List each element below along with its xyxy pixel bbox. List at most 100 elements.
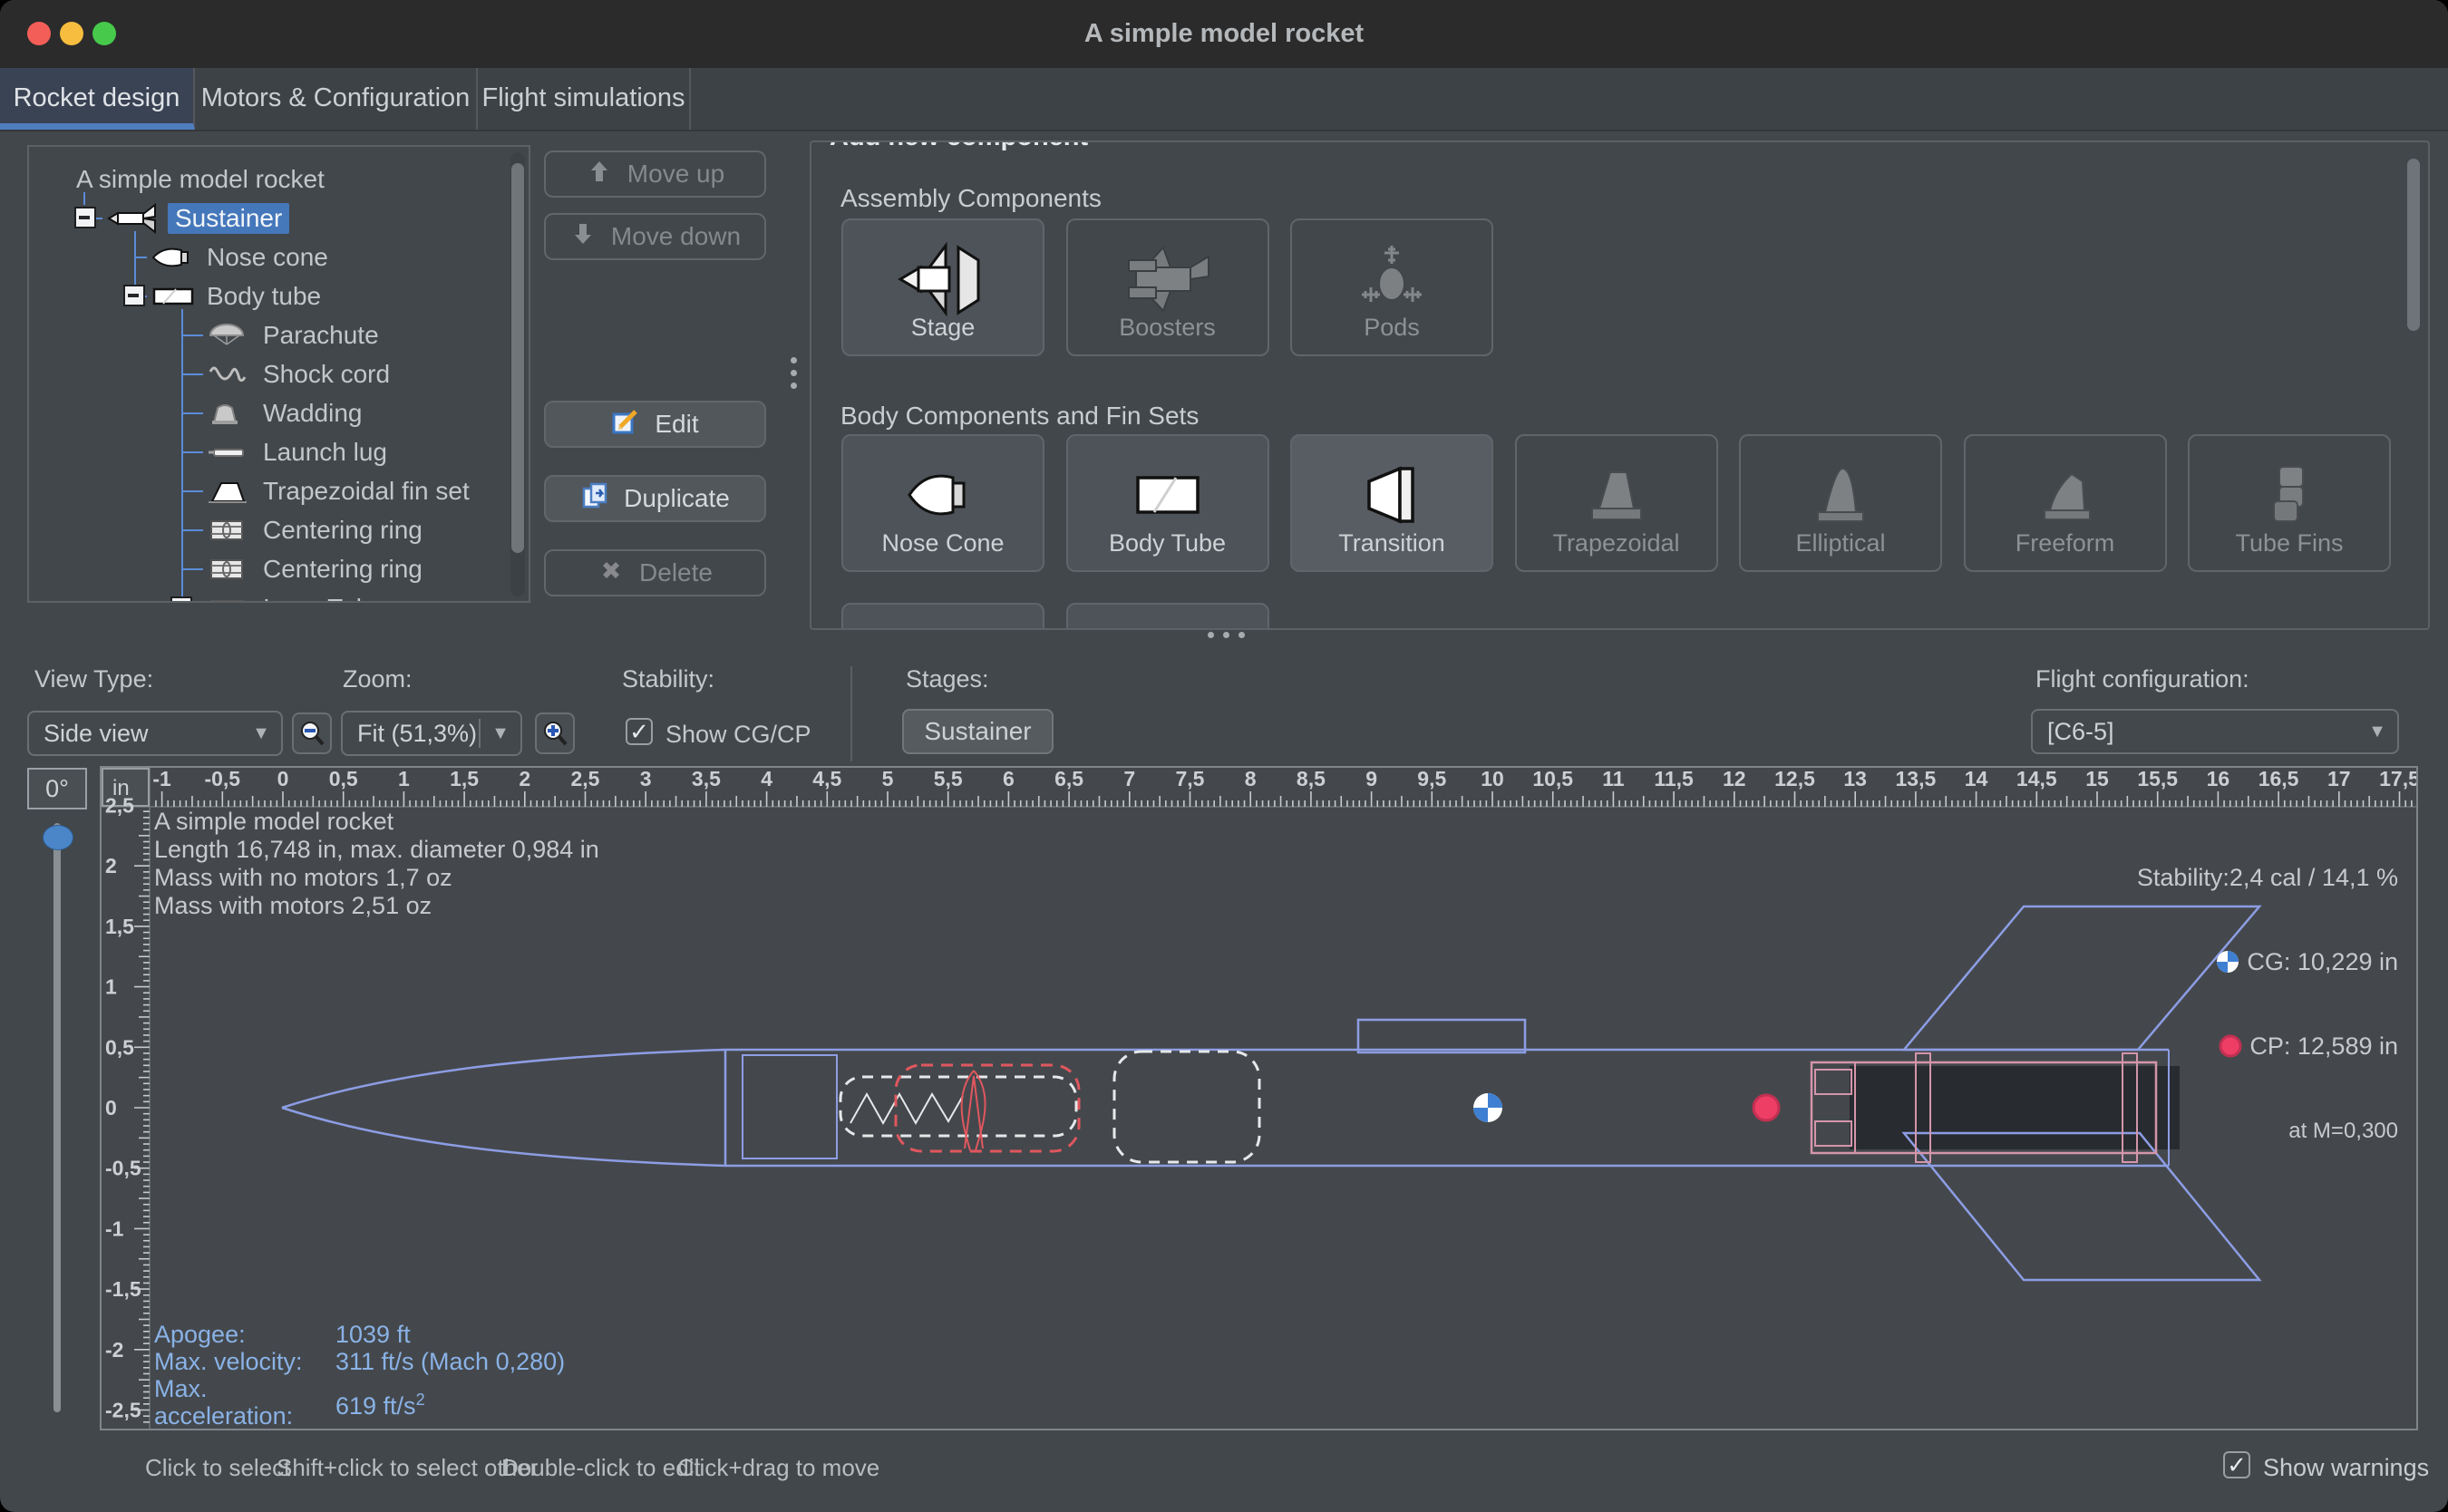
stability-label: Stability: xyxy=(622,665,714,693)
tree-item-nose-cone[interactable]: Nose cone xyxy=(199,237,335,276)
add-panel-scrollbar-thumb[interactable] xyxy=(2407,159,2420,331)
add-component-button-partial[interactable] xyxy=(1066,603,1269,630)
svg-text:2: 2 xyxy=(519,768,530,790)
view-type-select[interactable]: Side view▼ xyxy=(27,711,283,756)
pods-icon xyxy=(1292,240,1491,318)
rocket-stage-icon xyxy=(106,199,162,237)
tree-expand-toggle[interactable] xyxy=(74,207,96,228)
svg-text:14: 14 xyxy=(1965,768,1988,790)
show-cgcp-checkbox[interactable]: ✓ xyxy=(626,718,653,745)
svg-text:4,5: 4,5 xyxy=(812,768,841,790)
svg-text:11: 11 xyxy=(1602,768,1625,790)
tree-item-inner-tube[interactable]: Inner Tube xyxy=(256,588,392,603)
add-stage-button[interactable]: Stage xyxy=(841,218,1044,356)
delete-button[interactable]: Delete xyxy=(544,549,766,596)
centering-ring-icon xyxy=(207,549,247,588)
add-component-title: Add new component xyxy=(821,141,1097,152)
tree-item-trapezoidal-fin-set[interactable]: Trapezoidal fin set xyxy=(256,471,477,510)
rotation-slider-knob[interactable] xyxy=(43,825,73,850)
svg-text:9: 9 xyxy=(1365,768,1377,790)
svg-text:7: 7 xyxy=(1123,768,1135,790)
section-label-1: Body Components and Fin Sets xyxy=(840,402,1199,431)
vertical-splitter-handle[interactable] xyxy=(791,351,798,394)
svg-text:6: 6 xyxy=(1003,768,1015,790)
svg-text:-0,5: -0,5 xyxy=(204,768,240,790)
zoom-in-button[interactable] xyxy=(535,712,575,754)
tab-flight-simulations[interactable]: Flight simulations xyxy=(478,68,691,130)
svg-text:8: 8 xyxy=(1245,768,1257,790)
tree-item-centering-ring[interactable]: Centering ring xyxy=(256,549,430,588)
edit-icon xyxy=(611,407,640,442)
svg-text:1: 1 xyxy=(398,768,410,790)
design-workspace: A simple model rocketSustainerNose coneB… xyxy=(0,131,2448,635)
move-up-button[interactable]: Move up xyxy=(544,150,766,198)
magnifier-plus-icon xyxy=(541,720,568,747)
tree-scrollbar-thumb[interactable] xyxy=(511,163,524,553)
freeform-icon xyxy=(1966,456,2165,534)
svg-text:17,5: 17,5 xyxy=(2379,768,2416,790)
info-line-2: Mass with no motors 1,7 oz xyxy=(154,864,599,892)
tab-motors-configuration[interactable]: Motors & Configuration xyxy=(195,68,478,130)
hint-0: Click to select xyxy=(145,1454,290,1482)
add-nose-cone-button[interactable]: Nose Cone xyxy=(841,434,1044,572)
zoom-out-button[interactable] xyxy=(292,712,332,754)
svg-text:7,5: 7,5 xyxy=(1176,768,1205,790)
duplicate-button[interactable]: Duplicate xyxy=(544,475,766,522)
tree-item-shock-cord[interactable]: Shock cord xyxy=(256,354,397,393)
edit-button[interactable]: Edit xyxy=(544,401,766,448)
status-bar: Click to selectShift+click to select oth… xyxy=(0,1432,2448,1512)
tree-item-parachute[interactable]: Parachute xyxy=(256,315,386,354)
tree-expand-toggle[interactable] xyxy=(123,285,145,306)
svg-text:6,5: 6,5 xyxy=(1054,768,1083,790)
add-component-panel: Add new component Assembly Components Sta… xyxy=(810,141,2430,630)
component-tree-panel[interactable]: A simple model rocketSustainerNose coneB… xyxy=(27,145,530,603)
svg-text:-1,5: -1,5 xyxy=(105,1277,141,1301)
magnifier-minus-icon xyxy=(298,720,325,747)
flight-config-label: Flight configuration: xyxy=(2035,665,2249,693)
hint-1: Shift+click to select other xyxy=(277,1454,538,1482)
tree-item-body-tube[interactable]: Body tube xyxy=(199,276,328,315)
tree-item-launch-lug[interactable]: Launch lug xyxy=(256,432,394,471)
show-warnings-checkbox[interactable]: ✓ xyxy=(2223,1451,2250,1478)
add-transition-button[interactable]: Transition xyxy=(1290,434,1493,572)
rotation-slider[interactable] xyxy=(53,823,61,1412)
svg-text:3,5: 3,5 xyxy=(692,768,721,790)
show-cgcp-label: Show CG/CP xyxy=(665,721,811,749)
add-elliptical-button: Elliptical xyxy=(1739,434,1942,572)
delete-icon xyxy=(597,557,625,590)
section-label-0: Assembly Components xyxy=(840,184,1102,213)
svg-text:2,5: 2,5 xyxy=(571,768,600,790)
tree-root-item[interactable]: A simple model rocket xyxy=(69,160,332,199)
stages-label: Stages: xyxy=(906,665,989,693)
stage-toggle-sustainer[interactable]: Sustainer xyxy=(902,709,1054,754)
stability-info: Stability:2,4 cal / 14,1 % CG: 10,229 in… xyxy=(2137,808,2398,1201)
svg-text:17: 17 xyxy=(2327,768,2351,790)
add-panel-scrollbar[interactable] xyxy=(2406,155,2421,613)
svg-text:3: 3 xyxy=(640,768,652,790)
zoom-select[interactable]: Fit (51,3%)▼ xyxy=(341,711,522,756)
svg-text:13: 13 xyxy=(1843,768,1867,790)
add-boosters-button: Boosters xyxy=(1066,218,1269,356)
flight-config-select[interactable]: [C6-5]▼ xyxy=(2031,709,2399,754)
svg-text:-2,5: -2,5 xyxy=(105,1399,141,1422)
tree-scrollbar[interactable] xyxy=(510,152,525,596)
trapezoidal-icon xyxy=(1517,456,1716,534)
svg-text:5,5: 5,5 xyxy=(934,768,963,790)
chevron-down-icon: ▼ xyxy=(481,723,520,744)
move-down-button[interactable]: Move down xyxy=(544,213,766,260)
svg-text:15,5: 15,5 xyxy=(2137,768,2178,790)
elliptical-icon xyxy=(1741,456,1940,534)
add-body-tube-button[interactable]: Body Tube xyxy=(1066,434,1269,572)
rocket-canvas[interactable]: in-1-0,500,511,522,533,544,555,566,577,5… xyxy=(100,766,2418,1430)
show-warnings-label: Show warnings xyxy=(2263,1454,2429,1482)
tree-item-sustainer[interactable]: Sustainer xyxy=(168,199,289,237)
tab-rocket-design[interactable]: Rocket design xyxy=(0,68,195,130)
svg-text:9,5: 9,5 xyxy=(1417,768,1446,790)
add-component-button-partial[interactable] xyxy=(841,603,1044,630)
rotation-angle-box[interactable]: 0° xyxy=(27,768,87,809)
horizontal-splitter-handle[interactable] xyxy=(1208,632,1245,638)
svg-text:2: 2 xyxy=(105,854,117,877)
tree-item-wadding[interactable]: Wadding xyxy=(256,393,369,432)
tree-item-centering-ring[interactable]: Centering ring xyxy=(256,510,430,549)
tree-expand-toggle[interactable] xyxy=(170,596,192,603)
